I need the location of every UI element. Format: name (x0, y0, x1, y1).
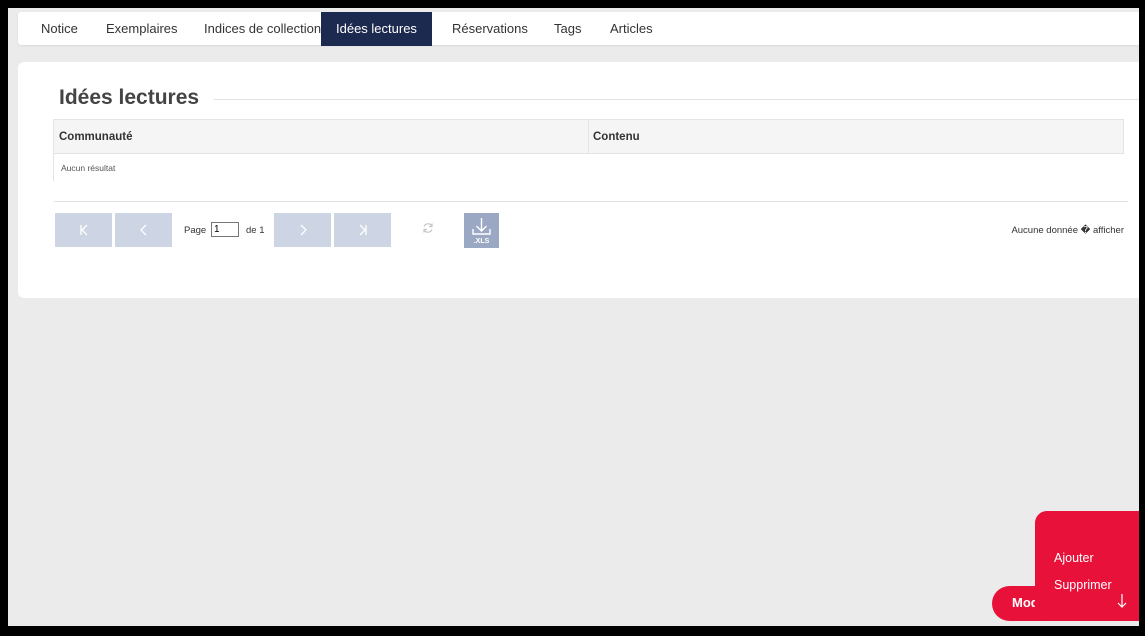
prev-page-icon (139, 224, 146, 236)
tab-idees-lectures[interactable]: Idées lectures (321, 12, 432, 46)
content-card: Idées lectures Communauté Contenu Aucun … (18, 62, 1139, 298)
tab-indices-de-collection[interactable]: Indices de collection (189, 12, 336, 45)
grid-border (53, 154, 54, 181)
first-page-button[interactable] (55, 213, 112, 247)
next-page-icon (300, 224, 307, 236)
column-header-contenu[interactable]: Contenu (588, 120, 1123, 153)
grid-header: Communauté Contenu (53, 119, 1124, 154)
tab-tags[interactable]: Tags (539, 12, 596, 45)
empty-message: Aucun résultat (61, 163, 116, 173)
download-xls-icon (472, 218, 491, 235)
prev-page-button[interactable] (115, 213, 172, 247)
last-page-button[interactable] (334, 213, 391, 247)
last-page-icon (359, 224, 367, 236)
first-page-icon (79, 224, 87, 236)
column-header-communaute[interactable]: Communauté (54, 120, 588, 153)
menu-item-ajouter[interactable]: Ajouter (1054, 551, 1094, 565)
title-divider (214, 99, 1139, 100)
tab-bar: Notice Exemplaires Indices de collection… (18, 12, 1139, 46)
data-grid: Communauté Contenu Aucun résultat (53, 119, 1124, 181)
refresh-button[interactable] (421, 222, 435, 236)
tab-articles[interactable]: Articles (595, 12, 668, 45)
page-count-label: de 1 (246, 225, 265, 236)
tab-reservations[interactable]: Réservations (437, 12, 543, 45)
export-xls-label: .XLS (473, 238, 490, 245)
arrow-down-icon[interactable] (1115, 592, 1129, 614)
page-number-input[interactable] (211, 222, 239, 237)
refresh-icon (423, 223, 433, 233)
menu-item-supprimer[interactable]: Supprimer (1054, 578, 1112, 592)
section-title: Idées lectures (59, 86, 200, 109)
pager-divider (54, 201, 1128, 202)
app-window: Notice Exemplaires Indices de collection… (8, 8, 1139, 626)
tab-notice[interactable]: Notice (26, 12, 93, 45)
page-label: Page (184, 225, 207, 236)
pager-status: Aucune donnée � afficher (1011, 225, 1124, 236)
next-page-button[interactable] (274, 213, 331, 247)
tab-exemplaires[interactable]: Exemplaires (91, 12, 193, 45)
export-xls-button[interactable]: .XLS (464, 213, 499, 248)
